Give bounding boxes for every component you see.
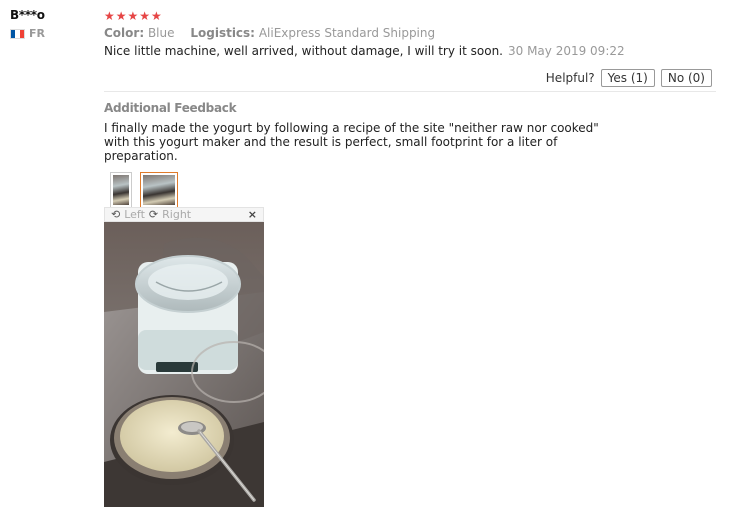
order-info: Color: Blue Logistics: AliExpress Standa… xyxy=(104,26,716,40)
helpful-label: Helpful? xyxy=(545,71,595,85)
color-value: Blue xyxy=(147,26,175,40)
helpful-yes-button[interactable]: Yes (1) xyxy=(600,69,655,87)
viewer-toolbar: ⟲ Left ⟳ Right × xyxy=(104,207,264,222)
close-icon[interactable]: × xyxy=(248,208,257,221)
logistics-value: AliExpress Standard Shipping xyxy=(258,26,436,40)
photo-thumbnail[interactable] xyxy=(110,172,132,208)
rotate-right-button[interactable]: Right xyxy=(162,208,191,221)
review-date: 30 May 2019 09:22 xyxy=(507,44,625,58)
reviewer-name: B***o xyxy=(10,8,45,22)
france-flag-icon xyxy=(10,28,25,39)
helpful-no-button[interactable]: No (0) xyxy=(660,69,712,87)
photo-thumbnails xyxy=(104,172,716,213)
rotate-left-icon[interactable]: ⟲ xyxy=(111,208,120,221)
country-code: FR xyxy=(29,27,45,40)
photo-viewer: ⟲ Left ⟳ Right × xyxy=(104,207,264,507)
review-body: ★★★★★ Color: Blue Logistics: AliExpress … xyxy=(104,8,716,213)
rotate-left-button[interactable]: Left xyxy=(124,208,145,221)
reviewer-info: B***o FR xyxy=(10,8,45,40)
divider xyxy=(104,91,716,92)
photo-thumbnail-active[interactable] xyxy=(140,172,178,213)
review-content: Nice little machine, well arrived, witho… xyxy=(104,44,716,58)
additional-feedback-text: I finally made the yogurt by following a… xyxy=(104,121,599,163)
rotate-right-icon[interactable]: ⟳ xyxy=(149,208,158,221)
color-label: Color: xyxy=(104,26,145,40)
additional-feedback-title: Additional Feedback xyxy=(104,101,237,115)
star-rating: ★★★★★ xyxy=(104,9,163,23)
reviewer-country: FR xyxy=(10,27,45,40)
helpful-vote: Helpful? Yes (1) No (0) xyxy=(104,69,716,87)
review-text: Nice little machine, well arrived, witho… xyxy=(104,44,503,58)
review-photo xyxy=(104,222,264,507)
logistics-label: Logistics: xyxy=(190,26,255,40)
